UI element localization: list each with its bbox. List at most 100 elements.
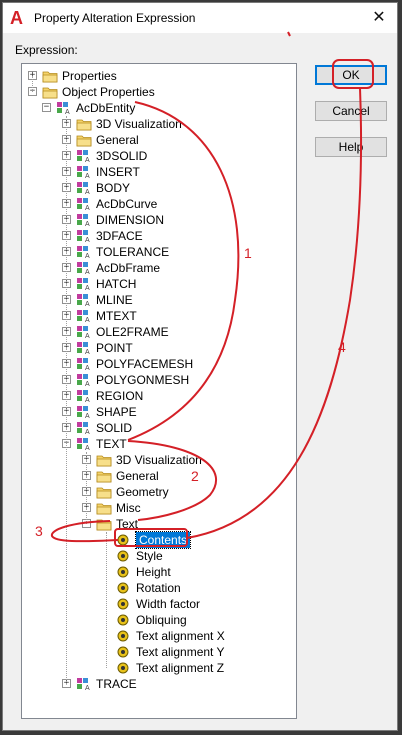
tree-row[interactable]: + A DIMENSION	[22, 212, 296, 228]
tree-row[interactable]: Text alignment X	[22, 628, 296, 644]
tree-item-label[interactable]: MLINE	[96, 292, 133, 308]
tree-item-label[interactable]: General	[116, 468, 159, 484]
tree-row[interactable]: + A SOLID	[22, 420, 296, 436]
property-icon	[117, 662, 129, 674]
tree-item-label[interactable]: REGION	[96, 388, 143, 404]
svg-text:A: A	[85, 301, 90, 307]
collapse-icon[interactable]: −	[42, 103, 51, 112]
tree-row[interactable]: + A AcDbCurve	[22, 196, 296, 212]
tree-item-label[interactable]: POINT	[96, 340, 133, 356]
tree-item-label[interactable]: DIMENSION	[96, 212, 164, 228]
tree-item-label[interactable]: POLYFACEMESH	[96, 356, 193, 372]
tree-row[interactable]: +3D Visualization	[22, 116, 296, 132]
tree-item-label[interactable]: INSERT	[96, 164, 140, 180]
tree-item-label[interactable]: Text alignment X	[136, 628, 225, 644]
folder-icon	[96, 455, 112, 467]
tree-item-label[interactable]: Style	[136, 548, 163, 564]
svg-text:A: A	[85, 365, 90, 371]
object-class-icon: A	[77, 150, 90, 163]
tree-connector	[66, 116, 67, 684]
tree-item-label[interactable]: SHAPE	[96, 404, 137, 420]
tree-row[interactable]: + A 3DSOLID	[22, 148, 296, 164]
tree-row[interactable]: Text alignment Y	[22, 644, 296, 660]
tree-row[interactable]: Height	[22, 564, 296, 580]
tree-row[interactable]: + Properties	[22, 68, 296, 84]
close-button[interactable]: ✕	[367, 7, 391, 29]
tree-item-label[interactable]: HATCH	[96, 276, 136, 292]
tree-item-label[interactable]: General	[96, 132, 139, 148]
tree-item-label[interactable]: AcDbCurve	[96, 196, 157, 212]
tree-item-label[interactable]: Geometry	[116, 484, 169, 500]
property-alteration-dialog: A Property Alteration Expression ✕ Expre…	[2, 2, 398, 731]
tree-row[interactable]: + A SHAPE	[22, 404, 296, 420]
tree-row[interactable]: + A INSERT	[22, 164, 296, 180]
tree-row[interactable]: + A TOLERANCE	[22, 244, 296, 260]
tree-row[interactable]: Obliquing	[22, 612, 296, 628]
tree-item-label[interactable]: Height	[136, 564, 171, 580]
tree-item-label[interactable]: 3DFACE	[96, 228, 143, 244]
tree-row[interactable]: − Text	[22, 516, 296, 532]
tree-item-label[interactable]: 3D Visualization	[116, 452, 202, 468]
object-class-icon: A	[77, 294, 90, 307]
tree-row[interactable]: + A POINT	[22, 340, 296, 356]
tree-row[interactable]: + A POLYFACEMESH	[22, 356, 296, 372]
tree-row[interactable]: Rotation	[22, 580, 296, 596]
tree-item-label[interactable]: AcDbFrame	[96, 260, 160, 276]
tree-row[interactable]: + A MLINE	[22, 292, 296, 308]
property-icon	[117, 534, 129, 546]
property-icon	[117, 598, 129, 610]
tree-row[interactable]: − A TEXT	[22, 436, 296, 452]
tree-item-label[interactable]: TOLERANCE	[96, 244, 169, 260]
tree-row[interactable]: − Object Properties	[22, 84, 296, 100]
tree-row[interactable]: Style	[22, 548, 296, 564]
tree-item-label[interactable]: BODY	[96, 180, 130, 196]
expression-tree[interactable]: + Properties − Object Properties − A AcDbEntit…	[21, 63, 297, 719]
tree-item-label[interactable]: MTEXT	[96, 308, 137, 324]
tree-row[interactable]: + A MTEXT	[22, 308, 296, 324]
tree-row[interactable]: Width factor	[22, 596, 296, 612]
tree-item-label[interactable]: TRACE	[96, 676, 137, 692]
tree-row[interactable]: + A REGION	[22, 388, 296, 404]
tree-row[interactable]: − A AcDbEntity	[22, 100, 296, 116]
svg-text:A: A	[85, 397, 90, 403]
tree-row[interactable]: +3D Visualization	[22, 452, 296, 468]
property-icon	[117, 614, 129, 626]
tree-item-label[interactable]: SOLID	[96, 420, 132, 436]
tree-item-label[interactable]: Contents	[134, 531, 192, 549]
tree-row[interactable]: + General	[22, 132, 296, 148]
tree-item-label[interactable]: Obliquing	[136, 612, 187, 628]
tree-item-label[interactable]: Text alignment Z	[136, 660, 224, 676]
tree-row[interactable]: + Misc	[22, 500, 296, 516]
object-class-icon: A	[77, 198, 90, 211]
tree-item-label[interactable]: 3DSOLID	[96, 148, 147, 164]
tree-item-label[interactable]: Text alignment Y	[136, 644, 225, 660]
tree-row[interactable]: + A OLE2FRAME	[22, 324, 296, 340]
tree-row[interactable]: + A 3DFACE	[22, 228, 296, 244]
tree-item-label[interactable]: OLE2FRAME	[96, 324, 169, 340]
tree-item-label[interactable]: Width factor	[136, 596, 200, 612]
tree-row[interactable]: + A POLYGONMESH	[22, 372, 296, 388]
ok-button[interactable]: OK	[315, 65, 387, 85]
tree-row[interactable]: Contents	[22, 531, 296, 549]
tree-row[interactable]: + General	[22, 468, 296, 484]
tree-item-label[interactable]: Misc	[116, 500, 141, 516]
tree-row[interactable]: + A AcDbFrame	[22, 260, 296, 276]
tree-row[interactable]: Text alignment Z	[22, 660, 296, 676]
tree-item-label[interactable]: Rotation	[136, 580, 181, 596]
tree-item-label[interactable]: Object Properties	[62, 84, 155, 100]
cancel-button[interactable]: Cancel	[315, 101, 387, 121]
tree-row[interactable]: + A BODY	[22, 180, 296, 196]
tree-item-label[interactable]: POLYGONMESH	[96, 372, 189, 388]
tree-item-label[interactable]: TEXT	[96, 436, 127, 452]
tree-item-label[interactable]: Text	[116, 516, 138, 532]
tree-item-label[interactable]: Properties	[62, 68, 117, 84]
tree-item-label[interactable]: 3D Visualization	[96, 116, 182, 132]
tree-row[interactable]: + Geometry	[22, 484, 296, 500]
tree-connector	[32, 76, 33, 92]
help-button[interactable]: Help	[315, 137, 387, 157]
tree-row[interactable]: + A TRACE	[22, 676, 296, 692]
folder-icon	[76, 119, 92, 131]
object-class-icon: A	[77, 422, 90, 435]
tree-row[interactable]: + A HATCH	[22, 276, 296, 292]
tree-item-label[interactable]: AcDbEntity	[76, 100, 135, 116]
